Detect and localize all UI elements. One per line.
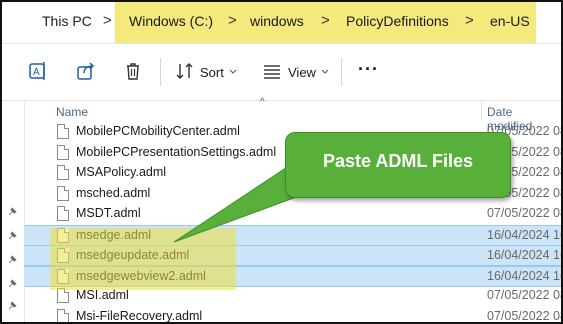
chevron-right-icon[interactable]: > bbox=[465, 12, 474, 29]
sort-button[interactable]: Sort bbox=[200, 65, 224, 80]
document-icon bbox=[57, 308, 69, 322]
rename-icon[interactable]: A bbox=[27, 60, 49, 82]
breadcrumb-windows[interactable]: windows bbox=[250, 13, 304, 29]
delete-icon[interactable] bbox=[122, 60, 144, 82]
breadcrumb-policydefinitions[interactable]: PolicyDefinitions bbox=[346, 13, 449, 29]
breadcrumb-this-pc[interactable]: This PC bbox=[42, 13, 92, 29]
pin-icon bbox=[8, 231, 17, 240]
breadcrumb-en-us[interactable]: en-US bbox=[490, 13, 530, 29]
pin-icon bbox=[8, 301, 17, 310]
more-options-icon[interactable]: ··· bbox=[358, 59, 379, 80]
document-icon bbox=[57, 288, 69, 303]
pin-icon bbox=[8, 279, 17, 288]
pin-icon bbox=[8, 207, 17, 216]
command-bar: A Sort View ··· bbox=[2, 44, 561, 101]
document-icon bbox=[57, 144, 69, 160]
pin-icon bbox=[8, 255, 17, 264]
file-date-modified: 07/05/2022 08: bbox=[487, 206, 563, 220]
column-header: ^ Name Date modified bbox=[24, 97, 561, 133]
toolbar-divider bbox=[160, 58, 161, 86]
file-date-modified: 07/05/2022 08: bbox=[487, 308, 563, 323]
document-icon bbox=[57, 124, 69, 139]
file-date-modified: 16/04/2024 16: bbox=[487, 268, 563, 283]
callout-text: Paste ADML Files bbox=[322, 151, 474, 171]
sort-icon[interactable] bbox=[174, 60, 196, 82]
column-divider[interactable] bbox=[481, 101, 482, 121]
share-icon[interactable] bbox=[75, 60, 97, 82]
toolbar-divider bbox=[341, 58, 342, 86]
file-name: Msi-FileRecovery.adml bbox=[76, 308, 203, 323]
chevron-down-icon[interactable] bbox=[321, 69, 329, 75]
file-row[interactable]: Msi-FileRecovery.adml 07/05/2022 08: bbox=[24, 307, 563, 323]
navigation-pane bbox=[2, 101, 25, 322]
file-name: MSAPolicy.adml bbox=[76, 165, 167, 179]
column-name[interactable]: Name bbox=[56, 105, 88, 119]
chevron-right-icon[interactable]: > bbox=[321, 12, 330, 29]
address-breadcrumb: This PC > Windows (C:) > windows > Polic… bbox=[2, 2, 561, 44]
file-name: MSI.adml bbox=[76, 288, 129, 302]
chevron-down-icon[interactable] bbox=[229, 69, 237, 75]
view-icon[interactable] bbox=[261, 60, 283, 82]
view-button[interactable]: View bbox=[288, 65, 316, 80]
chevron-right-icon[interactable]: > bbox=[103, 12, 112, 29]
sort-caret-icon: ^ bbox=[260, 97, 265, 108]
file-name: msched.adml bbox=[76, 185, 151, 200]
callout-paste-adml: Paste ADML Files bbox=[285, 132, 511, 198]
file-date-modified: 16/04/2024 16: bbox=[487, 227, 563, 242]
file-explorer-window: This PC > Windows (C:) > windows > Polic… bbox=[0, 0, 563, 324]
file-date-modified: 07/05/2022 08: bbox=[487, 288, 563, 302]
breadcrumb-windows-c[interactable]: Windows (C:) bbox=[129, 13, 213, 29]
file-name: MobilePCMobilityCenter.adml bbox=[76, 124, 240, 138]
file-name: MSDT.adml bbox=[76, 206, 141, 220]
document-icon bbox=[57, 206, 69, 221]
document-icon bbox=[57, 165, 69, 180]
file-date-modified: 16/04/2024 16: bbox=[487, 248, 563, 262]
document-icon bbox=[57, 185, 69, 201]
chevron-right-icon[interactable]: > bbox=[228, 12, 237, 29]
svg-text:A: A bbox=[33, 67, 40, 78]
